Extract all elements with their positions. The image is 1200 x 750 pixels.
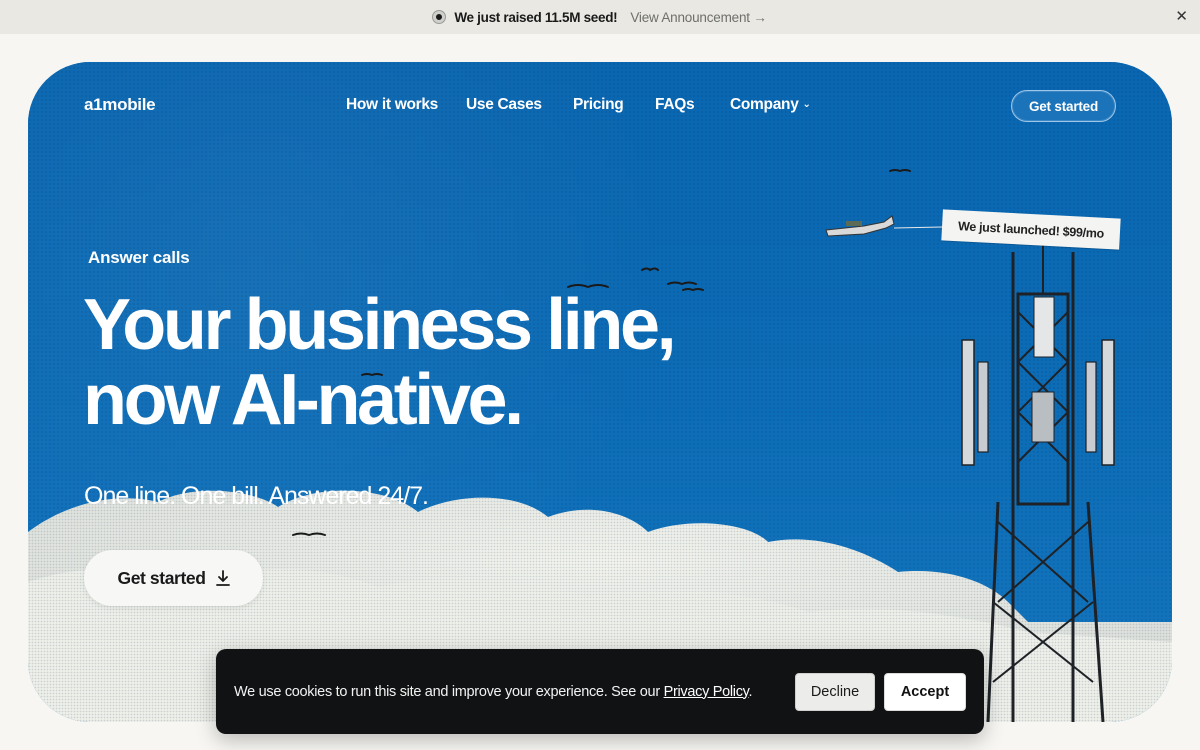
record-dot-icon — [433, 11, 446, 23]
hero-headline: Your business line, now AI-native. — [83, 288, 723, 438]
plane-banner: We just launched! $99/mo — [824, 209, 1124, 262]
hero-subline: One line. One bill. Answered 24/7. — [84, 482, 429, 510]
hero-get-started-button[interactable]: Get started — [84, 550, 263, 606]
hero-cta-label: Get started — [117, 567, 206, 588]
headline-line-2: now AI-native. — [83, 360, 524, 440]
chevron-down-icon: ⌄ — [802, 99, 811, 110]
cookie-banner: We use cookies to run this site and impr… — [216, 649, 984, 734]
announcement-bar: We just raised 11.5M seed! View Announce… — [0, 0, 1200, 34]
nav-use-cases[interactable]: Use Cases — [466, 96, 542, 114]
nav-pricing[interactable]: Pricing — [573, 96, 624, 114]
privacy-policy-link[interactable]: Privacy Policy — [664, 684, 749, 700]
cookie-text: We use cookies to run this site and impr… — [234, 683, 753, 700]
accept-button[interactable]: Accept — [884, 672, 966, 711]
launch-banner: We just launched! $99/mo — [941, 209, 1121, 250]
nav-how-it-works[interactable]: How it works — [346, 96, 438, 114]
headline-line-1: Your business line, — [83, 285, 677, 365]
view-announcement-link[interactable]: View Announcement → — [630, 10, 766, 25]
nav-company-label: Company — [730, 96, 799, 113]
nav-get-started-button[interactable]: Get started — [1011, 90, 1116, 122]
hero-eyebrow: Answer calls — [88, 248, 190, 267]
hero-section: We just launched! $99/mo a1mobile How it… — [28, 62, 1172, 722]
main-nav: a1mobile How it works Use Cases Pricing … — [28, 62, 1172, 152]
logo[interactable]: a1mobile — [84, 95, 156, 115]
nav-company[interactable]: Company ⌄ — [730, 96, 811, 114]
download-icon — [215, 570, 230, 586]
announcement-message: We just raised 11.5M seed! — [454, 9, 618, 25]
close-icon[interactable]: ✕ — [1175, 8, 1188, 26]
decline-button[interactable]: Decline — [795, 672, 875, 711]
nav-faqs[interactable]: FAQs — [655, 96, 695, 114]
cookie-message: We use cookies to run this site and impr… — [234, 683, 664, 700]
